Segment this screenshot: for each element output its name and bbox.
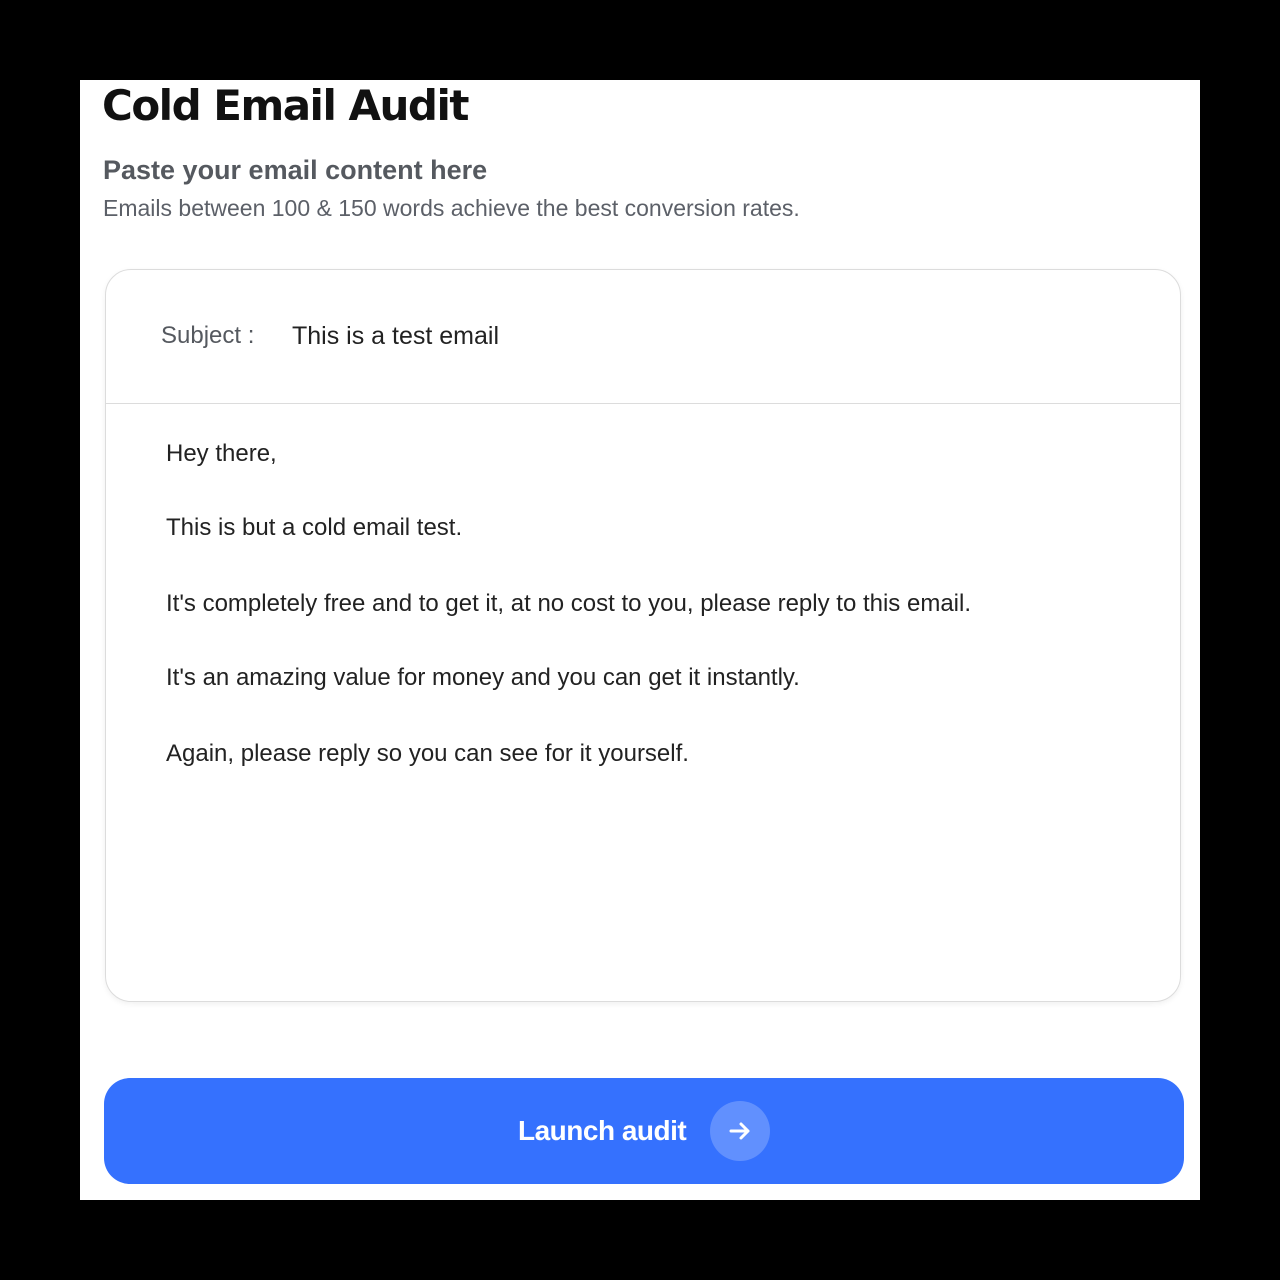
app-frame: Cold Email Audit Paste your email conten… — [80, 80, 1200, 1200]
email-body-line: Again, please reply so you can see for i… — [166, 740, 689, 767]
email-body-line: It's an amazing value for money and you … — [166, 664, 800, 691]
page-title: Cold Email Audit — [102, 81, 469, 130]
launch-audit-label: Launch audit — [518, 1115, 687, 1146]
subject-label: Subject : — [161, 322, 255, 349]
subject-row: Subject : — [106, 270, 1180, 404]
email-body-line: It's completely free and to get it, at n… — [166, 590, 971, 617]
arrow-right-icon — [710, 1101, 770, 1161]
email-body-line: Hey there, — [166, 440, 277, 467]
subject-input[interactable] — [292, 316, 1132, 356]
email-body-textarea[interactable]: Hey there, This is but a cold email test… — [166, 438, 1146, 958]
page-subtitle: Paste your email content here — [103, 155, 488, 185]
word-count-hint: Emails between 100 & 150 words achieve t… — [103, 195, 800, 221]
email-editor-card: Subject : Hey there, This is but a cold … — [105, 269, 1181, 1002]
launch-audit-button[interactable]: Launch audit — [104, 1078, 1184, 1184]
email-body-line: This is but a cold email test. — [166, 514, 463, 541]
